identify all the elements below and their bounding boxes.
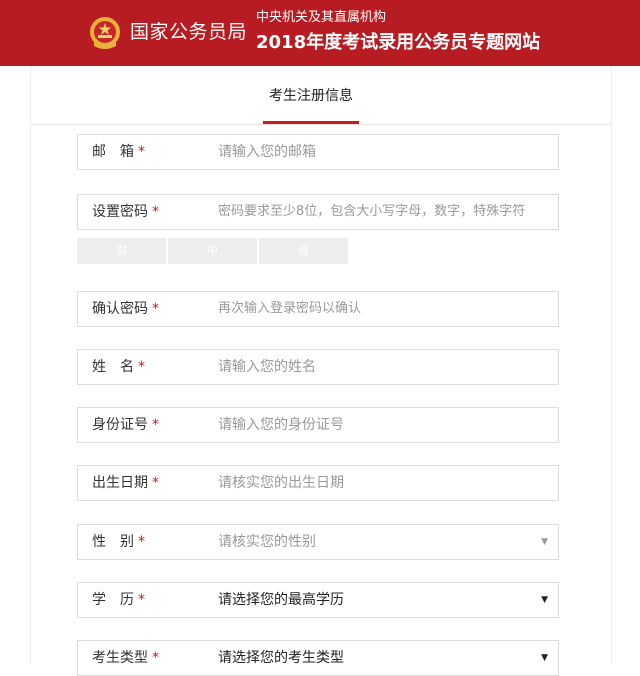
id-number-field[interactable]: 身份证号 * 请输入您的身份证号 [77, 407, 559, 443]
password-label: 设置密码 * [92, 204, 159, 220]
required-mark: * [138, 592, 145, 608]
birth-date-input[interactable]: 请核实您的出生日期 [218, 466, 528, 500]
national-emblem-icon [90, 17, 120, 49]
gender-select[interactable]: 性 别 * 请核实您的性别 ▼ [77, 524, 559, 560]
email-input[interactable]: 请输入您的邮箱 [218, 135, 528, 169]
email-field[interactable]: 邮 箱 * 请输入您的邮箱 [77, 134, 559, 170]
required-mark: * [152, 417, 159, 433]
password-field[interactable]: 设置密码 * 密码要求至少8位，包含大小写字母，数字，特殊字符 [77, 194, 559, 230]
required-mark: * [138, 359, 145, 375]
strength-medium: 中 [168, 238, 257, 264]
gender-label: 性 别 * [92, 534, 145, 550]
education-label: 学 历 * [92, 592, 145, 608]
required-mark: * [138, 144, 145, 160]
strength-strong: 强 [259, 238, 348, 264]
education-value[interactable]: 请选择您的最高学历 [218, 583, 528, 617]
active-tab-indicator [263, 121, 359, 124]
header-subtitle: 中央机关及其直属机构 [256, 10, 387, 25]
name-field[interactable]: 姓 名 * 请输入您的姓名 [77, 349, 559, 385]
gender-value[interactable]: 请核实您的性别 [218, 525, 528, 559]
id-number-input[interactable]: 请输入您的身份证号 [218, 408, 528, 442]
chevron-down-icon: ▼ [541, 653, 548, 663]
confirm-password-field[interactable]: 确认密码 * 再次输入登录密码以确认 [77, 291, 559, 327]
tab-registration-info[interactable]: 考生注册信息 [263, 82, 359, 122]
site-title: 2018年度考试录用公务员专题网站 [256, 32, 541, 53]
id-number-label: 身份证号 * [92, 417, 159, 433]
birth-date-field[interactable]: 出生日期 * 请核实您的出生日期 [77, 465, 559, 501]
name-label: 姓 名 * [92, 359, 145, 375]
site-header: 国家公务员局 中央机关及其直属机构 2018年度考试录用公务员专题网站 [0, 0, 640, 66]
required-mark: * [138, 534, 145, 550]
birth-date-label: 出生日期 * [92, 475, 159, 491]
candidate-type-label: 考生类型 * [92, 650, 159, 666]
tab-bar: 考生注册信息 [31, 66, 611, 125]
required-mark: * [152, 204, 159, 220]
bureau-name: 国家公务员局 [130, 21, 248, 43]
required-mark: * [152, 475, 159, 491]
chevron-down-icon: ▼ [541, 595, 548, 605]
education-select[interactable]: 学 历 * 请选择您的最高学历 ▼ [77, 582, 559, 618]
candidate-type-value[interactable]: 请选择您的考生类型 [218, 641, 528, 675]
candidate-type-select[interactable]: 考生类型 * 请选择您的考生类型 ▼ [77, 640, 559, 676]
name-input[interactable]: 请输入您的姓名 [218, 350, 528, 384]
password-input[interactable]: 密码要求至少8位，包含大小写字母，数字，特殊字符 [218, 195, 528, 229]
chevron-down-icon: ▼ [541, 537, 548, 547]
registration-panel: 考生注册信息 邮 箱 * 请输入您的邮箱 设置密码 * 密码要求至少8位，包含大小写… [30, 66, 612, 676]
confirm-password-input[interactable]: 再次输入登录密码以确认 [218, 292, 528, 326]
strength-weak: 弱 [77, 238, 166, 264]
required-mark: * [152, 301, 159, 317]
password-strength-meter: 弱 中 强 [77, 238, 349, 264]
confirm-password-label: 确认密码 * [92, 301, 159, 317]
email-label: 邮 箱 * [92, 144, 145, 160]
